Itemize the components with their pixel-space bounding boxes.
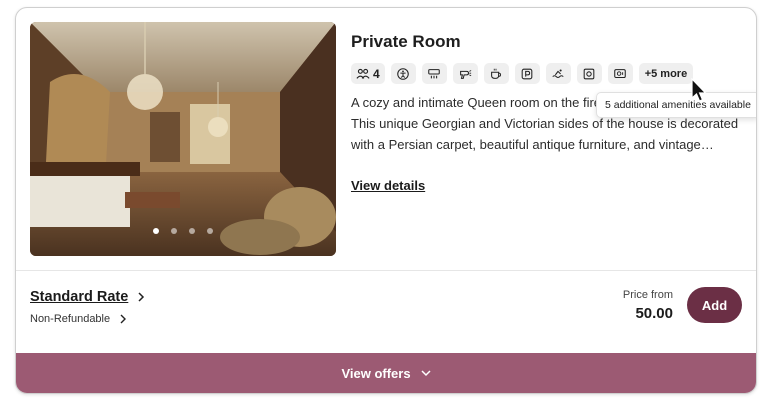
parking-icon <box>521 68 533 79</box>
room-photo-image <box>30 22 336 256</box>
carousel-dot[interactable] <box>189 228 195 234</box>
rate-policy-link[interactable]: Non-Refundable <box>30 313 128 325</box>
amenity-chip[interactable] <box>514 63 540 84</box>
chevron-right-icon <box>120 314 127 324</box>
rate-name-link[interactable]: Standard Rate <box>30 289 146 305</box>
carousel-dot[interactable] <box>207 228 213 234</box>
pool-icon <box>552 68 564 78</box>
view-offers-button[interactable]: View offers <box>16 353 756 393</box>
guests-icon <box>356 68 370 79</box>
amenity-chip[interactable] <box>607 63 633 84</box>
chevron-down-icon <box>421 370 431 377</box>
carousel-dot[interactable] <box>171 228 177 234</box>
room-title: Private Room <box>351 32 461 51</box>
carousel-dot[interactable] <box>153 228 159 234</box>
view-details-link[interactable]: View details <box>351 178 425 193</box>
safe-icon <box>583 68 595 79</box>
guests-count: 4 <box>373 66 380 81</box>
amenity-chip[interactable] <box>483 63 509 84</box>
carousel-dots <box>30 228 336 234</box>
price-label: Price from <box>622 289 673 301</box>
chevron-right-icon <box>138 292 145 302</box>
add-button[interactable]: Add <box>687 287 742 323</box>
room-photo[interactable] <box>30 22 336 256</box>
amenity-chip[interactable] <box>390 63 416 84</box>
coffee-icon <box>491 68 502 79</box>
rate-name: Standard Rate <box>30 289 129 305</box>
amenity-chip[interactable] <box>576 63 602 84</box>
view-offers-label: View offers <box>341 365 411 381</box>
air-conditioning-icon <box>428 68 440 78</box>
hairdryer-icon <box>460 69 472 79</box>
amenity-list: 4 +5 more <box>351 63 694 84</box>
mouse-cursor-icon <box>691 78 707 102</box>
amenity-chip[interactable] <box>545 63 571 84</box>
rate-policy: Non-Refundable <box>30 313 111 325</box>
room-card: Private Room 4 +5 more A cozy and intima… <box>15 7 757 394</box>
divider <box>16 270 756 271</box>
amenities-tooltip: 5 additional amenities available <box>596 92 756 118</box>
amenity-chip[interactable] <box>421 63 447 84</box>
amenity-chip[interactable] <box>452 63 478 84</box>
tv-icon <box>614 68 626 78</box>
accessibility-icon <box>397 67 409 80</box>
more-amenities-button[interactable]: +5 more <box>638 63 694 84</box>
price-value: 50.00 <box>635 305 673 322</box>
guests-chip: 4 <box>351 63 385 84</box>
